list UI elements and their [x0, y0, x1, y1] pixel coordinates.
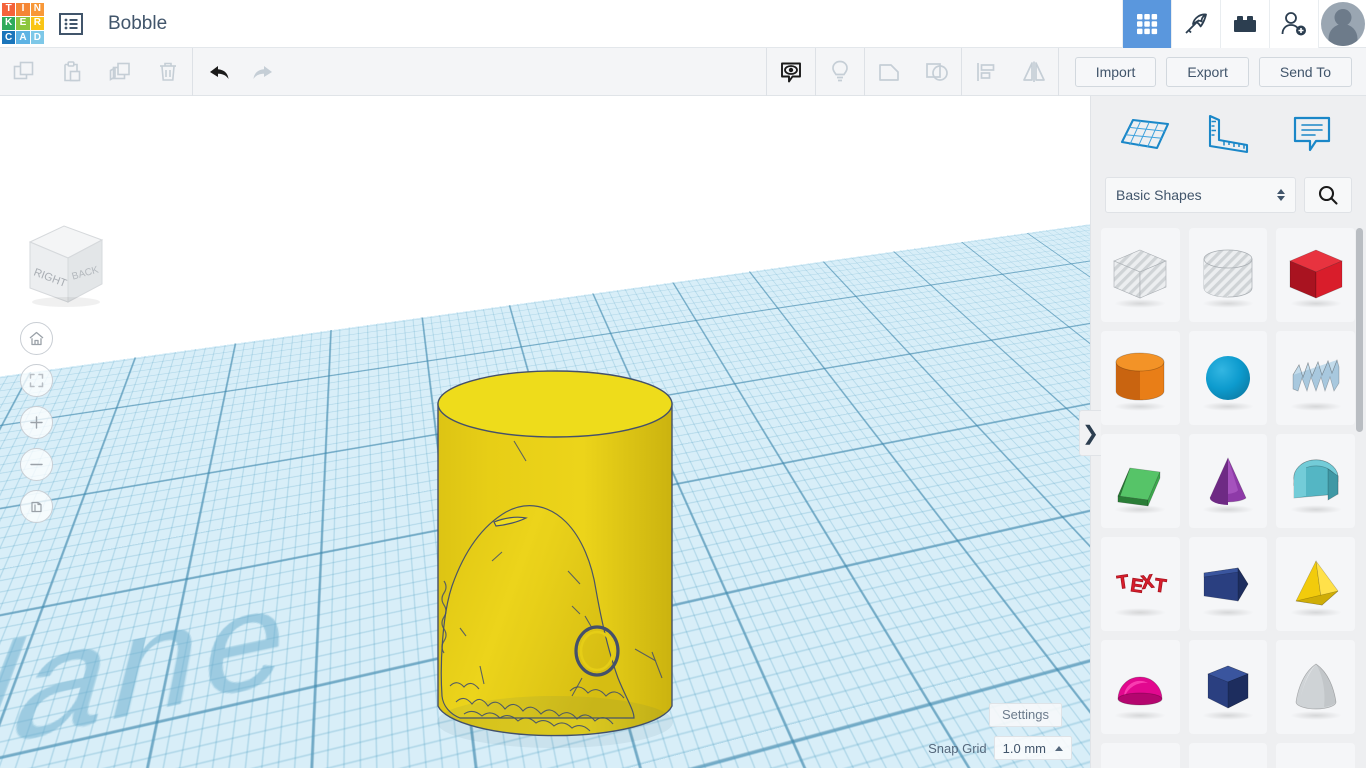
show-hide-button[interactable] — [767, 48, 815, 96]
delete-button[interactable] — [144, 48, 192, 96]
snap-grid-select[interactable]: 1.0 mm — [993, 736, 1072, 760]
model-object[interactable] — [420, 366, 690, 766]
box-view-icon — [31, 501, 42, 513]
zoom-in-button[interactable] — [20, 406, 53, 439]
fit-brackets-icon — [29, 373, 44, 388]
paste-button[interactable] — [48, 48, 96, 96]
shape-category-select[interactable]: Basic Shapes — [1105, 177, 1296, 213]
shape-box[interactable] — [1276, 228, 1355, 322]
shape-box-hole[interactable] — [1101, 228, 1180, 322]
shape-wedge-arrow[interactable] — [1188, 537, 1268, 631]
shape-pyramid[interactable] — [1276, 537, 1355, 631]
ortho-perspective-button[interactable] — [20, 490, 53, 523]
shape-scribble[interactable] — [1276, 331, 1355, 425]
shape-tools — [765, 47, 1059, 96]
notes-tab[interactable] — [1282, 106, 1342, 162]
logo-cell-c: C — [2, 31, 16, 45]
note-button[interactable] — [816, 48, 864, 96]
send-to-button[interactable]: Send To — [1258, 56, 1352, 87]
shape-category-value: Basic Shapes — [1116, 187, 1202, 203]
scrollbar-thumb[interactable] — [1356, 228, 1363, 432]
logo-cell-t: T — [2, 2, 16, 16]
shape-paraboloid[interactable] — [1276, 640, 1355, 734]
shape-cylinder-hole[interactable] — [1188, 228, 1268, 322]
home-view-button[interactable] — [20, 322, 53, 355]
list-menu-icon[interactable] — [58, 11, 84, 37]
shape-shape-r4-c3[interactable] — [1276, 743, 1355, 768]
clipboard-tools — [0, 48, 192, 96]
page-title: Bobble — [108, 12, 168, 34]
undo-button[interactable] — [193, 48, 241, 96]
logo-cell-r: R — [30, 16, 44, 31]
top-bar-actions — [1122, 0, 1366, 48]
align-button[interactable] — [962, 48, 1010, 96]
fit-to-view-button[interactable] — [20, 364, 53, 397]
svg-text:T: T — [1153, 575, 1168, 597]
edit-toolbar: Import Export Send To — [0, 47, 1366, 96]
shapes-panel: Basic Shapes TEXT — [1090, 96, 1366, 768]
workplane-tab[interactable] — [1115, 106, 1175, 162]
group-button[interactable] — [865, 48, 913, 96]
ungroup-button[interactable] — [913, 48, 961, 96]
export-button[interactable]: Export — [1166, 56, 1249, 87]
snap-grid-control: Snap Grid 1.0 mm — [928, 736, 1072, 760]
logo-cell-d: D — [30, 31, 44, 45]
logo-cell-n: N — [30, 2, 44, 16]
snap-grid-value: 1.0 mm — [1002, 740, 1046, 756]
settings-button[interactable]: Settings — [989, 703, 1062, 727]
duplicate-button[interactable] — [96, 48, 144, 96]
caret-up-icon — [1055, 745, 1063, 751]
svg-text:T: T — [1116, 571, 1131, 593]
chevron-updown-icon — [1277, 189, 1285, 201]
logo-cell-a: A — [16, 31, 30, 45]
panel-tabs — [1091, 96, 1366, 172]
shape-cylinder[interactable] — [1101, 331, 1180, 425]
shapes-scroll-area[interactable]: TEXT — [1091, 222, 1366, 768]
toolbar-divider — [1057, 47, 1059, 96]
logo-cell-k: K — [2, 16, 16, 31]
view-nav-buttons — [20, 322, 53, 523]
logo-cell-i: I — [16, 2, 30, 16]
shape-sphere[interactable] — [1188, 331, 1268, 425]
snap-grid-label: Snap Grid — [928, 740, 987, 756]
search-button[interactable] — [1304, 177, 1352, 213]
panel-collapse-toggle[interactable]: ❯ — [1079, 410, 1101, 456]
pickaxe-icon-button[interactable] — [1171, 0, 1220, 48]
shape-text[interactable]: TEXT — [1101, 537, 1180, 631]
workplane-label: Workplane — [0, 560, 297, 768]
home-icon — [29, 331, 44, 346]
shape-cone[interactable] — [1188, 434, 1268, 528]
shape-half-cylinder[interactable] — [1276, 434, 1355, 528]
tinkercad-app: TINKERCAD Bobble Import Export Send To W… — [0, 0, 1366, 768]
shape-shape-r4-c2[interactable] — [1188, 743, 1268, 768]
shape-shape-r4-c1[interactable] — [1101, 743, 1180, 768]
tinkercad-logo[interactable]: TINKERCAD — [1, 2, 45, 46]
mirror-button[interactable] — [1010, 48, 1058, 96]
logo-cell-e: E — [16, 16, 30, 31]
add-person-icon-button[interactable] — [1269, 0, 1318, 48]
zoom-out-button[interactable] — [20, 448, 53, 481]
user-avatar[interactable] — [1318, 0, 1366, 48]
top-bar: TINKERCAD Bobble — [0, 0, 1366, 48]
redo-button[interactable] — [241, 48, 289, 96]
search-icon — [1318, 185, 1338, 205]
shapes-filter-row: Basic Shapes — [1091, 172, 1366, 218]
3d-canvas[interactable]: Workplane RIGHT BACK Settings Snap Grid … — [0, 96, 1090, 768]
ruler-tab[interactable] — [1198, 106, 1258, 162]
plus-icon — [30, 416, 43, 429]
shape-roof[interactable] — [1101, 434, 1180, 528]
history-tools — [193, 48, 289, 96]
shape-half-sphere[interactable] — [1101, 640, 1180, 734]
lego-brick-icon-button[interactable] — [1220, 0, 1269, 48]
minus-icon — [30, 463, 43, 466]
design-apps-grid-button[interactable] — [1122, 0, 1171, 48]
shapes-scrollbar[interactable] — [1356, 228, 1363, 768]
shapes-grid: TEXT — [1101, 228, 1355, 768]
file-actions: Import Export Send To — [1074, 56, 1352, 87]
import-button[interactable]: Import — [1074, 56, 1157, 87]
view-cube[interactable]: RIGHT BACK — [18, 214, 110, 310]
shape-polygon[interactable] — [1188, 640, 1268, 734]
copy-button[interactable] — [0, 48, 48, 96]
